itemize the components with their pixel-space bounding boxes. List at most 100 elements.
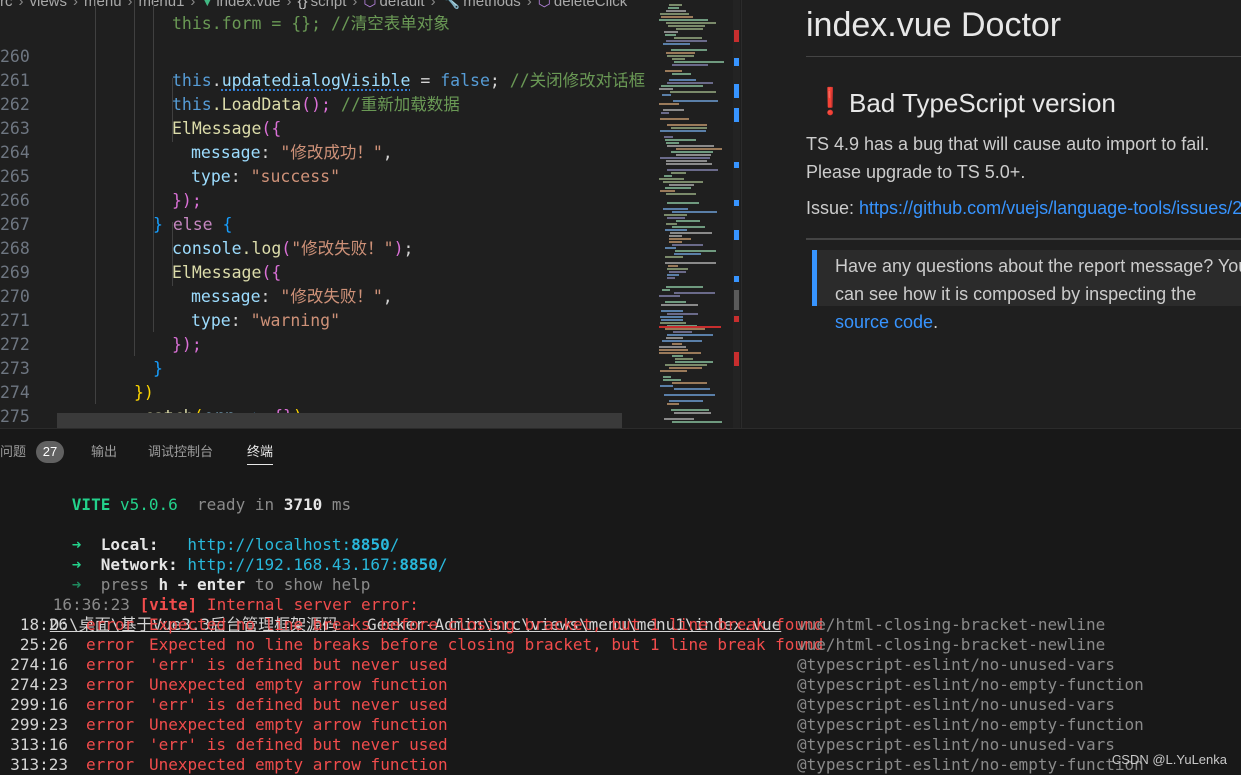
lint-rule[interactable]: @typescript-eslint/no-unused-vars bbox=[797, 655, 1115, 675]
lint-severity: error bbox=[86, 735, 135, 754]
minimap-line bbox=[672, 244, 703, 246]
scroll-thumb[interactable] bbox=[734, 290, 739, 310]
minimap-line bbox=[665, 328, 705, 330]
minimap-line bbox=[660, 385, 673, 387]
minimap-line bbox=[667, 403, 679, 405]
minimap-line bbox=[667, 169, 718, 171]
change-marker bbox=[734, 108, 739, 122]
minimap-line bbox=[671, 409, 709, 411]
lint-rule[interactable]: vue/html-closing-bracket-newline bbox=[797, 615, 1105, 635]
minimap-line bbox=[662, 289, 670, 291]
minimap-line bbox=[669, 79, 696, 81]
minimap-line bbox=[670, 232, 712, 234]
terminal-line: ➜ Local: http://localhost:8850/ bbox=[14, 515, 400, 554]
lint-message: Expected no line breaks before closing b… bbox=[149, 615, 824, 634]
lint-rule[interactable]: @typescript-eslint/no-empty-function bbox=[797, 755, 1144, 775]
tab-debug-console[interactable]: 调试控制台 bbox=[148, 441, 213, 465]
lint-row: 18:26 error Expected no line breaks before… bbox=[0, 615, 1241, 635]
code-line: 270 type: "warning" bbox=[0, 287, 341, 330]
code-line: 263 message: "修改成功！", bbox=[0, 119, 393, 162]
lint-position: 313:16 bbox=[10, 735, 68, 754]
minimap-line bbox=[673, 331, 692, 333]
minimap-line bbox=[660, 316, 683, 318]
minimap-line bbox=[669, 235, 682, 237]
error-marker bbox=[734, 316, 739, 322]
lint-position: 299:23 bbox=[10, 715, 68, 734]
lint-position: 25:26 bbox=[19, 635, 68, 654]
lint-rule[interactable]: @typescript-eslint/no-unused-vars bbox=[797, 695, 1115, 715]
lint-rule[interactable]: @typescript-eslint/no-empty-function bbox=[797, 715, 1144, 735]
minimap-line bbox=[671, 49, 707, 51]
lint-position: 18:26 bbox=[19, 615, 68, 634]
minimap-line bbox=[660, 157, 710, 159]
lint-severity: error bbox=[86, 615, 135, 634]
change-marker bbox=[734, 84, 739, 98]
code-line: 262 ElMessage({ bbox=[0, 69, 650, 138]
warning-title: Bad TypeScript version bbox=[849, 88, 1116, 118]
lint-position: 274:16 bbox=[10, 655, 68, 674]
code-line: 273 }) bbox=[0, 333, 650, 402]
minimap-line bbox=[664, 175, 672, 177]
minimap-line bbox=[669, 367, 702, 369]
quote-text: Have any questions about the report mess… bbox=[835, 252, 1241, 336]
minimap-line bbox=[667, 277, 675, 279]
lint-message: Expected no line breaks before closing b… bbox=[149, 635, 824, 654]
divider bbox=[806, 56, 1241, 57]
minimap-line bbox=[661, 112, 669, 114]
tab-problems[interactable]: 问题 bbox=[0, 441, 26, 465]
ready-text: ready in bbox=[177, 495, 284, 514]
issue-line: Issue: https://github.com/vuejs/language… bbox=[806, 198, 1241, 219]
lint-message: 'err' is defined but never used bbox=[149, 695, 448, 714]
vite-label: VITE bbox=[71, 495, 111, 514]
doctor-panel: index.vue Doctor ❗ Bad TypeScript versio… bbox=[741, 0, 1241, 428]
minimap-line bbox=[665, 247, 676, 249]
minimap-line bbox=[668, 25, 705, 27]
minimap[interactable] bbox=[657, 0, 727, 428]
vite-version: v5.0.6 bbox=[110, 495, 178, 514]
horizontal-scrollbar[interactable] bbox=[57, 413, 622, 428]
minimap-line bbox=[666, 10, 686, 12]
lint-severity: error bbox=[86, 755, 135, 774]
lint-rule[interactable]: vue/html-closing-bracket-newline bbox=[797, 635, 1105, 655]
minimap-line bbox=[663, 379, 681, 381]
lint-row: 299:23 error Unexpected empty arrow functi… bbox=[0, 715, 1241, 735]
terminal-line: ➜ Network: http://192.168.43.167:8850/ bbox=[14, 535, 448, 574]
minimap-line bbox=[662, 340, 702, 342]
code-line: 267 console.log("修改失败！"); bbox=[0, 215, 414, 258]
minimap-line bbox=[667, 217, 685, 219]
minimap-line bbox=[660, 190, 675, 192]
divider bbox=[806, 238, 1241, 240]
exclamation-icon: ❗ bbox=[814, 86, 847, 116]
minimap-line bbox=[666, 286, 703, 288]
minimap-line bbox=[671, 151, 713, 153]
code-line: 260 this.updatedialogVisible = false; //… bbox=[0, 21, 650, 90]
issue-link[interactable]: https://github.com/vuejs/language-tools/… bbox=[859, 198, 1241, 218]
ready-ms: 3710 bbox=[283, 495, 323, 514]
lint-severity: error bbox=[86, 675, 135, 694]
minimap-line bbox=[665, 139, 696, 141]
minimap-line bbox=[675, 361, 713, 363]
code-line: 268 ElMessage({ bbox=[0, 213, 650, 282]
tab-output[interactable]: 输出 bbox=[91, 441, 117, 465]
minimap-line bbox=[662, 94, 671, 96]
source-code-link[interactable]: source code bbox=[835, 312, 933, 332]
terminal-line: D:\桌面\基于Vue3.3后台管理框架源码 - Geeker-Admin\sr… bbox=[0, 595, 781, 634]
lint-position: 299:16 bbox=[10, 695, 68, 714]
minimap-line bbox=[667, 313, 698, 315]
code-line: 275 }, bbox=[0, 381, 650, 426]
minimap-line bbox=[666, 163, 712, 165]
minimap-line bbox=[664, 394, 715, 396]
quote-text-1: Have any questions about the report mess… bbox=[835, 256, 1241, 304]
minimap-line bbox=[666, 142, 679, 144]
minimap-line bbox=[667, 55, 694, 57]
overview-ruler[interactable] bbox=[733, 0, 740, 428]
tab-terminal[interactable]: 终端 bbox=[247, 441, 274, 465]
lint-rule[interactable]: @typescript-eslint/no-empty-function bbox=[797, 675, 1144, 695]
minimap-line bbox=[666, 22, 716, 24]
minimap-line bbox=[676, 28, 703, 30]
lint-rule[interactable]: @typescript-eslint/no-unused-vars bbox=[797, 735, 1115, 755]
minimap-line bbox=[674, 253, 701, 255]
code-line: 261 this.LoadData(); //重新加载数据 bbox=[0, 45, 650, 114]
minimap-line bbox=[673, 100, 718, 102]
code-editor[interactable]: rc › views › menu › menu1 › ▼ index.vue ›{} script ›… bbox=[0, 0, 740, 428]
